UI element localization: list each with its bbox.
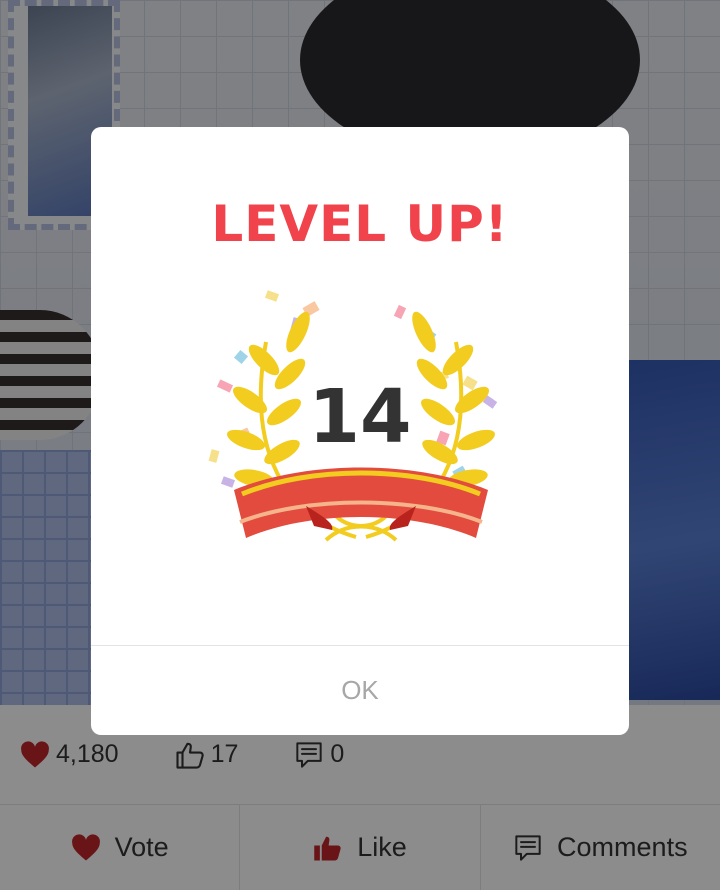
level-up-dialog: LEVEL UP! 14 OK bbox=[91, 127, 629, 735]
level-up-title: LEVEL UP! bbox=[211, 195, 509, 253]
level-number: 14 bbox=[308, 374, 412, 460]
ok-button[interactable]: OK bbox=[91, 646, 629, 735]
